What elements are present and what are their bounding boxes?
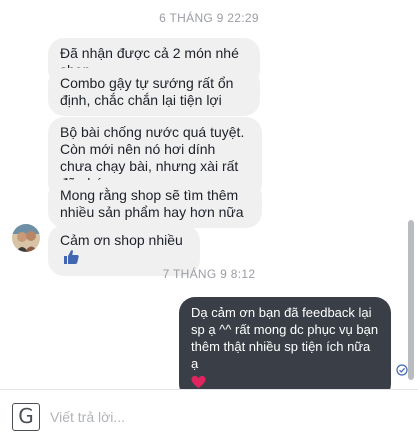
message-text: Cảm ơn shop nhiều (60, 232, 183, 248)
reply-input[interactable] (50, 406, 390, 428)
outgoing-message: Dạ cảm ơn bạn đã feedback lại sp ạ ^^ rấ… (179, 297, 391, 400)
incoming-message: Combo gậy tự sướng rất ổn định, chắc chắ… (48, 68, 260, 116)
message-thread: 6 THÁNG 9 22:29 Đã nhận được cả 2 món nh… (0, 0, 418, 400)
reply-composer: G (0, 389, 418, 444)
sender-avatar[interactable] (12, 224, 40, 252)
seen-check-icon (396, 363, 408, 376)
scrollbar-thumb[interactable] (408, 220, 414, 380)
grammarly-g-icon[interactable]: G (12, 403, 40, 431)
incoming-message: Mong rằng shop sẽ tìm thêm nhiều sản phẩ… (48, 180, 262, 228)
date-separator: 7 THÁNG 9 8:12 (162, 267, 256, 281)
message-text: Dạ cảm ơn bạn đã feedback lại sp ạ ^^ rấ… (191, 305, 379, 371)
date-separator: 6 THÁNG 9 22:29 (159, 11, 259, 25)
thumbs-up-icon (63, 249, 80, 269)
